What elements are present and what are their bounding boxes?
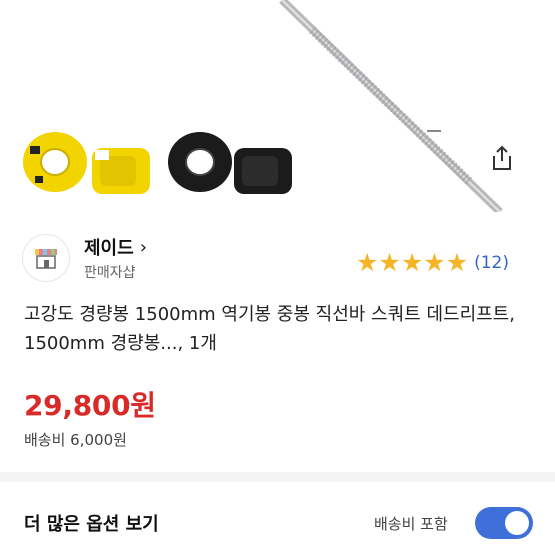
more-options-title[interactable]: 더 많은 옵션 보기 xyxy=(24,510,159,536)
star-icon: ★ xyxy=(445,248,469,277)
black-collar-2 xyxy=(234,148,292,194)
shipping-fee: 배송비 6,000원 xyxy=(24,431,127,449)
shop-icon xyxy=(35,249,57,269)
product-price: 29,800원 xyxy=(24,389,156,422)
options-section: 더 많은 옵션 보기 배송비 포함 xyxy=(0,482,555,555)
rating-summary[interactable]: ★ ★ ★ ★ ★ (12) xyxy=(356,250,509,275)
chevron-right-icon: › xyxy=(139,236,147,258)
seller-avatar[interactable] xyxy=(22,234,70,282)
seller-name: 제이드 xyxy=(84,238,134,259)
star-icon: ★ xyxy=(423,248,446,277)
black-collar-1 xyxy=(168,132,232,192)
review-count[interactable]: (12) xyxy=(474,253,509,273)
share-button[interactable] xyxy=(490,145,526,181)
rating-stars: ★ ★ ★ ★ ★ xyxy=(356,250,468,275)
share-icon xyxy=(493,145,511,170)
include-shipping-toggle[interactable] xyxy=(475,507,533,539)
star-icon: ★ xyxy=(378,248,401,277)
toggle-knob xyxy=(505,511,529,535)
yellow-collar-1 xyxy=(23,132,87,192)
yellow-collar-2 xyxy=(92,148,150,194)
seller-link[interactable]: 제이드 › xyxy=(84,234,147,260)
star-icon: ★ xyxy=(356,248,379,277)
seller-subtitle: 판매자샵 xyxy=(84,265,136,281)
include-shipping-label: 배송비 포함 xyxy=(374,515,448,533)
seller-section: 제이드 › 판매자샵 ★ ★ ★ ★ ★ (12) xyxy=(0,222,555,292)
product-image[interactable] xyxy=(0,0,555,212)
section-divider xyxy=(0,472,555,482)
product-photo-illustration xyxy=(23,0,503,212)
star-icon: ★ xyxy=(400,248,424,277)
product-title: 고강도 경량봉 1500mm 역기봉 중봉 직선바 스쿼트 데드리프트, 150… xyxy=(24,304,515,354)
